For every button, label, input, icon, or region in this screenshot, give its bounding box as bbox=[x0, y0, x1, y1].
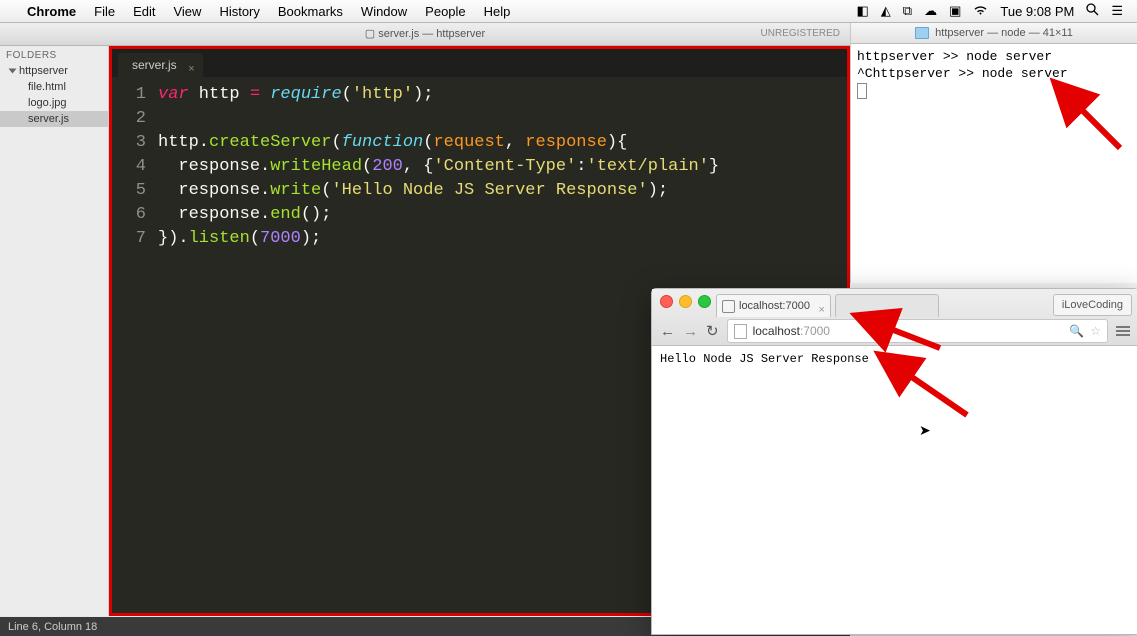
menubar-app[interactable]: Chrome bbox=[18, 4, 85, 19]
file-item[interactable]: file.html bbox=[0, 79, 108, 95]
menubar-help[interactable]: Help bbox=[475, 4, 520, 19]
browser-chrome-head: localhost:7000 × iLoveCoding ← → ↻ local… bbox=[652, 289, 1137, 346]
spotlight-icon[interactable] bbox=[1080, 3, 1105, 19]
terminal-line: ^Chttpserver >> node server bbox=[857, 65, 1131, 82]
url-text: localhost:7000 bbox=[753, 324, 830, 338]
cast-icon[interactable]: ▣ bbox=[943, 3, 967, 19]
wifi-icon[interactable] bbox=[967, 4, 994, 19]
editor-tabs: server.js× bbox=[112, 49, 847, 77]
cloud-icon[interactable]: ☁ bbox=[918, 3, 943, 19]
close-icon[interactable]: × bbox=[188, 57, 194, 81]
minimize-window-button[interactable] bbox=[679, 295, 692, 308]
menu-extras-icon[interactable]: ☰ bbox=[1105, 3, 1129, 19]
favicon-icon bbox=[722, 300, 735, 313]
editor-title: ▢ server.js — httpserver bbox=[365, 28, 485, 40]
menubar-clock[interactable]: Tue 9:08 PM bbox=[994, 4, 1080, 19]
menubar-bookmarks[interactable]: Bookmarks bbox=[269, 4, 352, 19]
folders-header: FOLDERS bbox=[0, 46, 108, 63]
browser-window[interactable]: localhost:7000 × iLoveCoding ← → ↻ local… bbox=[651, 288, 1137, 635]
bookmark-star-icon[interactable]: ☆ bbox=[1090, 324, 1101, 338]
address-bar[interactable]: localhost:7000 🔍 ☆ bbox=[727, 319, 1108, 343]
terminal-window[interactable]: httpserver — node — 41×11 httpserver >> … bbox=[850, 23, 1137, 283]
code-content[interactable]: 1var http = require('http'); 2 3http.cre… bbox=[112, 77, 847, 251]
file-item[interactable]: logo.jpg bbox=[0, 95, 108, 111]
menubar-edit[interactable]: Edit bbox=[124, 4, 164, 19]
terminal-titlebar: httpserver — node — 41×11 bbox=[851, 23, 1137, 44]
terminal-cursor bbox=[857, 83, 867, 99]
editor-unregistered: UNREGISTERED bbox=[761, 23, 840, 45]
browser-tab-new[interactable] bbox=[835, 294, 939, 317]
menubar-history[interactable]: History bbox=[210, 4, 268, 19]
editor-tab-serverjs[interactable]: server.js× bbox=[118, 53, 203, 77]
terminal-line: httpserver >> node server bbox=[857, 48, 1131, 65]
terminal-body[interactable]: httpserver >> node server ^Chttpserver >… bbox=[851, 44, 1137, 103]
window-controls bbox=[660, 295, 711, 308]
mouse-cursor-icon: ➤ bbox=[919, 422, 931, 439]
folders-sidebar: FOLDERS httpserver file.html logo.jpg se… bbox=[0, 46, 109, 616]
notification-center-icon[interactable]: ◧ bbox=[851, 3, 875, 19]
folder-httpserver[interactable]: httpserver bbox=[0, 63, 108, 79]
file-item-selected[interactable]: server.js bbox=[0, 111, 108, 127]
search-hint-icon: 🔍 bbox=[1069, 324, 1084, 338]
close-window-button[interactable] bbox=[660, 295, 673, 308]
desktop: ▢ server.js — httpserver UNREGISTERED FO… bbox=[0, 23, 1137, 636]
page-content: Hello Node JS Server Response bbox=[652, 346, 1137, 372]
hamburger-menu-icon[interactable] bbox=[1116, 326, 1130, 336]
extension-ilovecoding[interactable]: iLoveCoding bbox=[1053, 294, 1132, 316]
editor-titlebar: ▢ server.js — httpserver UNREGISTERED bbox=[0, 23, 850, 46]
browser-tab-localhost[interactable]: localhost:7000 × bbox=[716, 294, 831, 317]
menubar-file[interactable]: File bbox=[85, 4, 124, 19]
page-icon bbox=[734, 324, 747, 339]
back-button[interactable]: ← bbox=[660, 323, 675, 340]
forward-button[interactable]: → bbox=[683, 323, 698, 340]
menubar-people[interactable]: People bbox=[416, 4, 474, 19]
zoom-window-button[interactable] bbox=[698, 295, 711, 308]
gdrive-icon[interactable]: ◭ bbox=[875, 3, 897, 19]
display-icon[interactable]: ⧉ bbox=[897, 3, 918, 19]
macos-menubar: Chrome File Edit View History Bookmarks … bbox=[0, 0, 1137, 23]
browser-toolbar: ← → ↻ localhost:7000 🔍 ☆ bbox=[652, 317, 1137, 345]
folder-icon bbox=[915, 27, 929, 39]
terminal-title: httpserver — node — 41×11 bbox=[935, 27, 1073, 39]
menubar-view[interactable]: View bbox=[164, 4, 210, 19]
reload-button[interactable]: ↻ bbox=[706, 322, 719, 340]
disclosure-triangle-icon bbox=[9, 69, 17, 74]
menubar-window[interactable]: Window bbox=[352, 4, 416, 19]
